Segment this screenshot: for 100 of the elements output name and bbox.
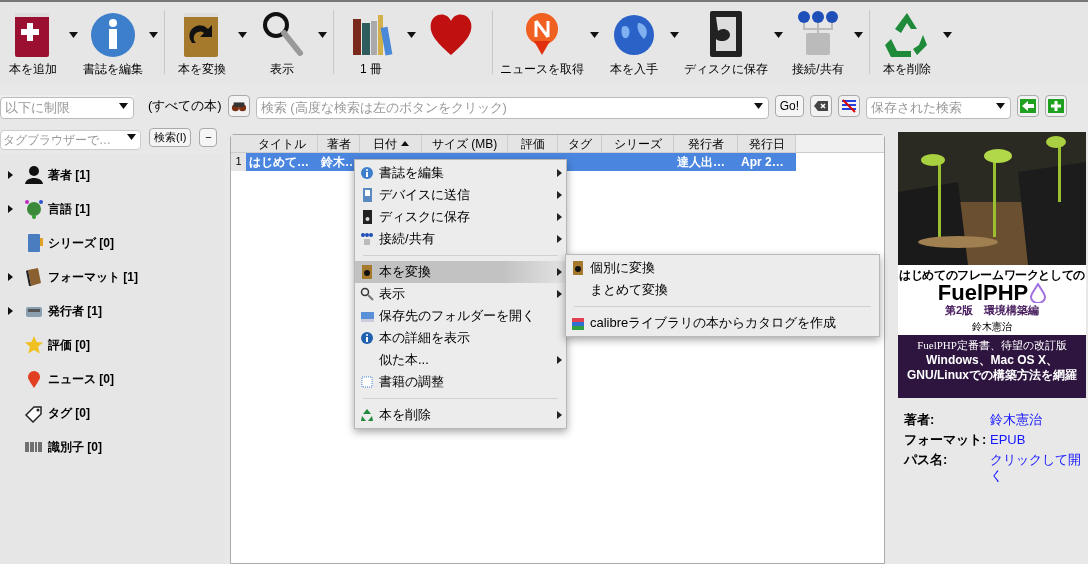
field-link[interactable]: EPUB [990,432,1088,448]
tree-item[interactable]: ニュース [0] [48,370,114,388]
menu-item[interactable]: ディスクに保存 [355,206,566,228]
saved-search-dropdown[interactable]: 保存された検索 [866,96,1011,119]
toolbar-button[interactable]: 本を削除 [874,8,940,76]
binoculars-icon [230,99,247,113]
folder-icon [360,309,374,323]
caret-icon[interactable] [406,32,416,38]
star-icon [23,335,44,355]
tree-item[interactable]: 著者 [1] [48,166,90,184]
column-header[interactable]: 評価 [508,135,558,152]
expand-arrow-icon[interactable] [7,171,13,179]
tree-item[interactable]: 評価 [0] [48,336,90,354]
tree-item[interactable]: 発行者 [1] [48,302,102,320]
column-header[interactable]: タイトル [246,135,318,152]
tree-item[interactable]: フォーマット [1] [48,268,138,286]
go-button[interactable]: Go! [774,95,804,117]
toolbar-button[interactable]: 本を追加 [0,8,66,76]
field-label: フォーマット: [904,432,988,448]
caret-icon[interactable] [148,32,158,38]
toolbar-button[interactable]: 1 冊 [338,8,404,76]
field-link[interactable]: 鈴木憲治 [990,412,1088,428]
caret-icon[interactable] [996,103,1005,109]
field-label: 著者: [904,412,936,428]
caret-icon[interactable] [68,32,78,38]
tree-item[interactable]: 識別子 [0] [48,438,102,456]
toolbar-button[interactable]: 接続/共有 [785,8,851,76]
scope-label: (すべての本) [148,97,222,116]
menu-item[interactable]: まとめて変換 [566,279,879,301]
toolbar-button[interactable]: 本を変換 [169,8,235,76]
clear-search-button[interactable] [810,95,832,117]
arrow-left-icon [1020,99,1036,113]
menu-item[interactable]: 書籍の調整 [355,371,566,393]
highlight-toggle-button[interactable] [838,95,860,117]
info-icon [360,166,374,180]
cover-headline: Windows、Mac OS X、GNU/Linuxでの構築方法を網羅 [906,353,1078,383]
backspace-icon [813,99,829,113]
column-header[interactable]: タグ [558,135,602,152]
cover-edition: 第2版 環境構築編 [944,304,1040,317]
search-icon [360,287,374,301]
toolbar-button[interactable]: 書誌を編集 [80,8,146,76]
column-header[interactable]: 著者 [318,135,360,152]
person-icon [23,165,44,185]
caret-icon[interactable] [669,32,679,38]
column-header[interactable]: シリーズ [602,135,674,152]
column-header[interactable]: 発行日 [738,135,796,152]
expand-arrow-icon[interactable] [7,273,13,281]
caret-icon[interactable] [853,32,863,38]
tree-item[interactable]: タグ [0] [48,404,90,422]
cover-title: FuelPHP [937,282,1029,304]
caret-icon[interactable] [317,32,327,38]
caret-icon[interactable] [942,32,952,38]
caret-icon[interactable] [773,32,783,38]
menu-item[interactable]: 接続/共有 [355,228,566,250]
plus-icon [1048,99,1064,113]
info-icon [360,331,374,345]
table-cell: はじめて… [246,153,318,171]
menu-item[interactable]: デバイスに送信 [355,184,566,206]
menu-item[interactable]: 似た本... [355,349,566,371]
device-icon [360,188,374,202]
caret-icon[interactable] [119,103,128,109]
menu-item[interactable]: 本を削除 [355,404,566,426]
restrict-dropdown[interactable]: 以下に制限 [0,96,134,119]
toolbar-button[interactable]: 本を入手 [601,8,667,76]
menu-item[interactable]: 個別に変換 [566,257,879,279]
crop-icon [360,375,374,389]
caret-icon[interactable] [127,134,136,140]
menu-item[interactable]: 保存先のフォルダーを開く [355,305,566,327]
menu-item[interactable]: calibreライブラリの本からカタログを作成 [566,312,879,334]
column-header[interactable]: 日付 [360,135,422,152]
expand-arrow-icon[interactable] [7,205,13,213]
menu-item[interactable]: 表示 [355,283,566,305]
drop-logo-icon [1030,283,1047,303]
expand-arrow-icon[interactable] [7,307,13,315]
find-button[interactable]: 検索(I) [149,127,192,147]
caret-icon[interactable] [237,32,247,38]
collapse-button[interactable]: − [199,127,218,147]
toolbar-button[interactable]: ディスクに保存 [681,8,771,76]
menu-item[interactable]: 本を変換 [355,261,566,283]
books-stack-icon [571,316,585,330]
caret-icon[interactable] [589,32,599,38]
field-link[interactable]: クリックして開く [990,452,1088,484]
table-cell: Apr 2… [738,153,796,171]
row-number: 1 [231,153,246,171]
add-saved-search-button[interactable] [1045,95,1067,117]
toolbar-button[interactable]: ニュースを取得 [497,8,587,76]
menu-item[interactable]: 本の詳細を表示 [355,327,566,349]
caret-icon[interactable] [753,103,763,109]
cover-subtitle: はじめてのフレームワークとしての [899,269,1085,282]
search-field[interactable]: 検索 (高度な検索は左のボタンをクリック) [255,96,769,119]
column-header[interactable]: 発行者 [674,135,738,152]
field-label: パス名: [904,452,949,469]
tree-item[interactable]: 言語 [1] [48,200,90,218]
tree-item[interactable]: シリーズ [0] [48,234,114,252]
sort-ascending-icon [400,141,409,146]
advanced-search-button[interactable] [227,95,250,117]
toolbar-button[interactable]: 表示 [249,8,315,76]
tag-browser-find-field[interactable]: タグブラウザーで… [0,130,141,150]
column-header[interactable]: サイズ (MB) [422,135,508,152]
back-button[interactable] [1017,95,1039,117]
